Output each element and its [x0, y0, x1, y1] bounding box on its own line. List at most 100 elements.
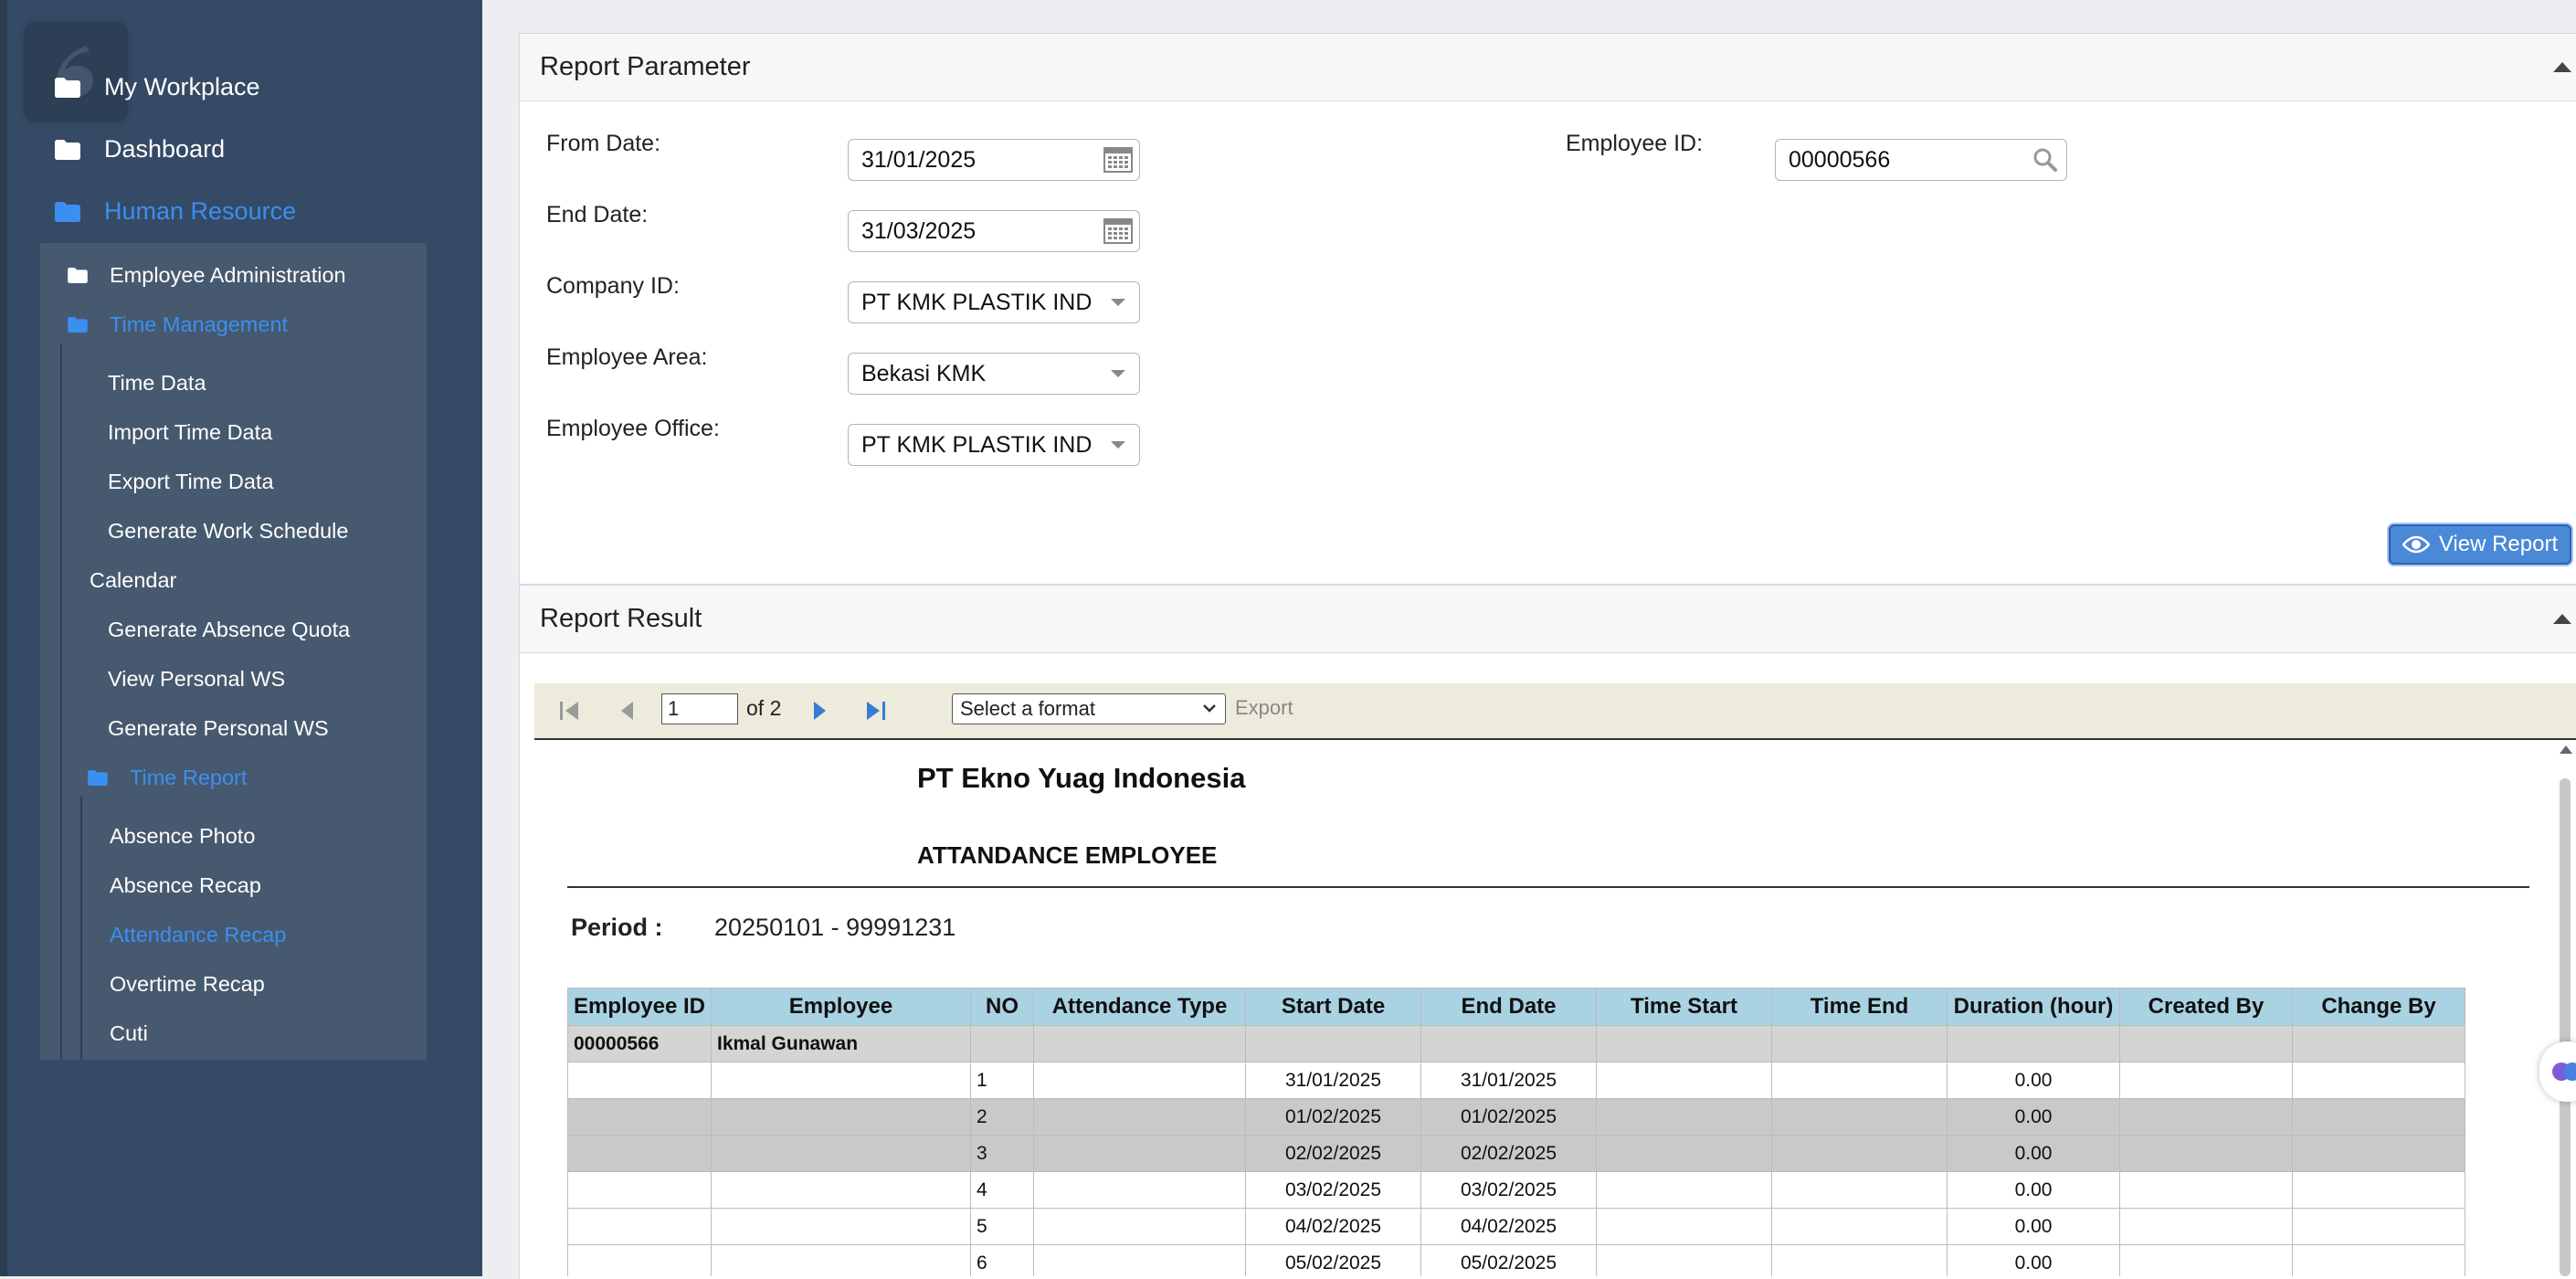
sidebar-item-my-workplace[interactable]: My Workplace: [55, 73, 260, 101]
collapse-icon[interactable]: [2553, 62, 2571, 72]
folder-icon: [55, 77, 80, 98]
view-report-button[interactable]: View Report: [2389, 524, 2571, 565]
employee-id-field[interactable]: 00000566: [1775, 139, 2067, 181]
company-id-select[interactable]: PT KMK PLASTIK IND: [848, 281, 1140, 323]
panel-header: Report Parameter: [520, 34, 2576, 101]
sidebar-item-export-time-data[interactable]: Export Time Data: [108, 470, 274, 494]
eye-icon: [2402, 535, 2430, 554]
chevron-down-icon: [1097, 282, 1139, 322]
sidebar-item-label: Attendance Recap: [110, 923, 287, 946]
employee-office-label: Employee Office:: [546, 416, 720, 441]
sidebar-item-cuti[interactable]: Cuti: [110, 1021, 148, 1046]
sidebar-item-label: Generate Work Schedule: [108, 519, 349, 543]
from-date-value: 31/01/2025: [861, 146, 977, 173]
employee-id-label: Employee ID:: [1566, 131, 1704, 156]
row-duration: 0.00: [1947, 1244, 2120, 1276]
row-end-date: 03/02/2025: [1420, 1171, 1597, 1209]
tree-line: [80, 797, 82, 1060]
sidebar-item-attendance-recap[interactable]: Attendance Recap: [110, 923, 286, 947]
sidebar-item-label: Generate Absence Quota: [108, 618, 351, 641]
sidebar-item-import-time-data[interactable]: Import Time Data: [108, 420, 272, 445]
table-row: 2 01/02/2025 01/02/2025 0.00: [567, 1098, 2465, 1136]
row-start-date: 03/02/2025: [1245, 1171, 1421, 1209]
column-header: NO: [970, 988, 1034, 1026]
folder-open-icon: [68, 317, 88, 333]
chevron-down-icon: [1097, 425, 1139, 465]
scrollbar-thumb[interactable]: [2560, 778, 2571, 1276]
sidebar-item-dashboard[interactable]: Dashboard: [55, 135, 225, 164]
sidebar-item-label: Employee Administration: [110, 263, 346, 287]
row-duration: 0.00: [1947, 1098, 2120, 1136]
next-page-icon[interactable]: [810, 700, 829, 722]
sidebar-item-time-report[interactable]: Time Report: [88, 766, 247, 790]
group-employee-id: 00000566: [567, 1025, 712, 1062]
sidebar-item-human-resource[interactable]: Human Resource: [55, 197, 296, 226]
end-date-field[interactable]: 31/03/2025: [848, 210, 1140, 252]
sidebar-item-employee-administration[interactable]: Employee Administration: [68, 263, 346, 288]
view-report-label: View Report: [2438, 532, 2559, 556]
sidebar-item-label: Generate Personal WS: [108, 716, 329, 740]
sidebar-item-generate-absence-quota[interactable]: Generate Absence Quota: [108, 618, 350, 642]
column-header: Employee: [711, 988, 971, 1026]
column-header: End Date: [1420, 988, 1597, 1026]
previous-page-icon[interactable]: [618, 700, 637, 722]
row-no: 4: [970, 1171, 1034, 1209]
page-number-input[interactable]: 1: [661, 693, 738, 724]
row-duration: 0.00: [1947, 1062, 2120, 1099]
scroll-up-icon[interactable]: [2560, 745, 2572, 754]
sidebar-item-view-personal-ws[interactable]: View Personal WS: [108, 667, 285, 692]
sidebar-item-label: Time Management: [110, 312, 289, 336]
row-no: 3: [970, 1135, 1034, 1172]
row-start-date: 04/02/2025: [1245, 1208, 1421, 1245]
sidebar-item-label: Dashboard: [104, 135, 226, 163]
sidebar-item-time-management[interactable]: Time Management: [68, 312, 288, 337]
employee-office-select[interactable]: PT KMK PLASTIK IND: [848, 424, 1140, 466]
sidebar-item-overtime-recap[interactable]: Overtime Recap: [110, 972, 265, 997]
table-header-row: Employee ID Employee NO Attendance Type …: [567, 988, 2465, 1026]
column-header: Time Start: [1596, 988, 1772, 1026]
sidebar-item-absence-recap[interactable]: Absence Recap: [110, 873, 261, 898]
row-duration: 0.00: [1947, 1208, 2120, 1245]
report-scrollbar[interactable]: [2556, 740, 2576, 1276]
sidebar-item-generate-personal-ws[interactable]: Generate Personal WS: [108, 716, 329, 741]
from-date-field[interactable]: 31/01/2025: [848, 139, 1140, 181]
format-select-value: Select a format: [960, 697, 1095, 720]
collapse-icon[interactable]: [2553, 614, 2571, 624]
search-icon[interactable]: [2024, 140, 2066, 180]
sidebar-item-time-data[interactable]: Time Data: [108, 371, 206, 396]
sidebar: My Workplace Dashboard Human Resource Em…: [0, 0, 482, 1276]
employee-office-value: PT KMK PLASTIK IND: [861, 431, 1093, 458]
calendar-icon[interactable]: [1097, 140, 1139, 180]
column-header: Start Date: [1245, 988, 1421, 1026]
company-id-value: PT KMK PLASTIK IND: [861, 289, 1093, 315]
company-id-label: Company ID:: [546, 273, 680, 299]
sidebar-item-generate-work-schedule[interactable]: Generate Work Schedule: [108, 519, 348, 544]
row-duration: 0.00: [1947, 1135, 2120, 1172]
end-date-label: End Date:: [546, 202, 649, 227]
row-start-date: 01/02/2025: [1245, 1098, 1421, 1136]
employee-area-select[interactable]: Bekasi KMK: [848, 353, 1140, 395]
row-end-date: 05/02/2025: [1420, 1244, 1597, 1276]
sidebar-item-label: Absence Photo: [110, 824, 256, 848]
last-page-icon[interactable]: [863, 700, 887, 722]
report-toolbar: 1 of 2 Select a format Export: [534, 683, 2576, 740]
employee-id-value: 00000566: [1789, 146, 1891, 173]
row-no: 6: [970, 1244, 1034, 1276]
sidebar-item-label: My Workplace: [104, 73, 260, 100]
column-header: Attendance Type: [1033, 988, 1246, 1026]
app-logo[interactable]: [26, 24, 126, 121]
sidebar-item-absence-photo[interactable]: Absence Photo: [110, 824, 255, 849]
first-page-icon[interactable]: [558, 700, 582, 722]
sidebar-item-label: Absence Recap: [110, 873, 261, 897]
export-link[interactable]: Export: [1235, 696, 1293, 720]
sidebar-item-label: Calendar: [90, 568, 177, 592]
row-end-date: 31/01/2025: [1420, 1062, 1597, 1099]
calendar-icon[interactable]: [1097, 211, 1139, 251]
sidebar-item-calendar[interactable]: Calendar: [90, 568, 176, 593]
group-employee-name: Ikmal Gunawan: [711, 1025, 971, 1062]
employee-area-value: Bekasi KMK: [861, 360, 987, 386]
export-format-select[interactable]: Select a format: [952, 693, 1226, 724]
row-start-date: 31/01/2025: [1245, 1062, 1421, 1099]
chevron-down-icon: [1097, 354, 1139, 394]
sidebar-item-label: Cuti: [110, 1021, 148, 1045]
